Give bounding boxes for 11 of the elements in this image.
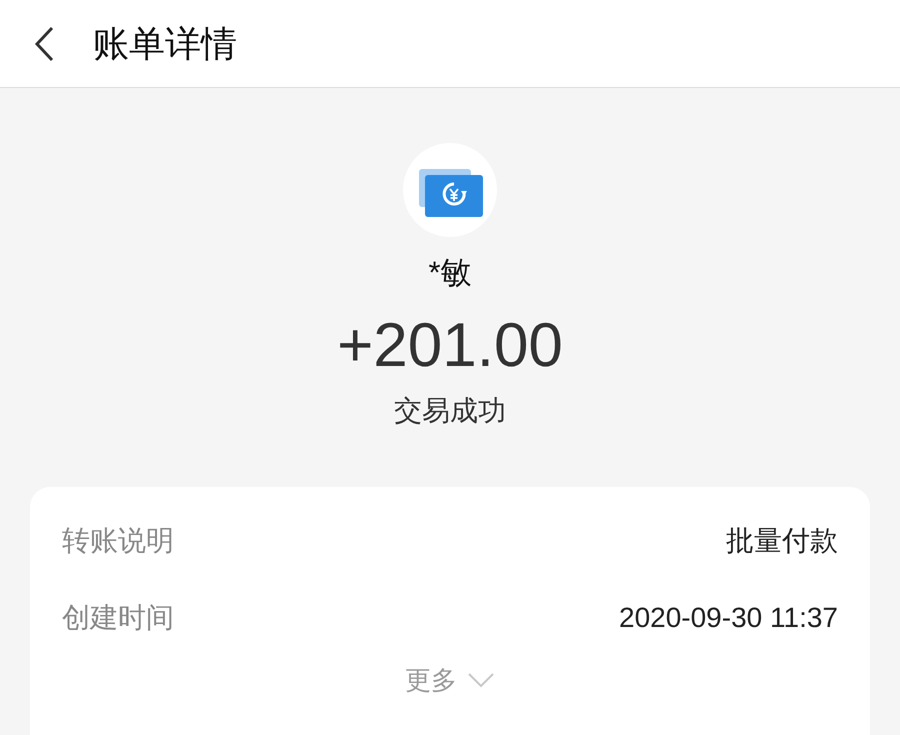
detail-label: 创建时间 [62,604,174,632]
transfer-icon [403,143,497,237]
more-button[interactable]: 更多 [405,667,495,693]
amount-text: +201.00 [337,313,563,379]
status-text: 交易成功 [394,394,506,428]
payee-name: *敏 [428,254,472,292]
detail-value: 批量付款 [726,527,838,555]
detail-value: 2020-09-30 11:37 [619,604,838,632]
chevron-icon [467,672,495,688]
page-title: 账单详情 [93,26,237,62]
detail-label: 转账说明 [62,527,174,555]
